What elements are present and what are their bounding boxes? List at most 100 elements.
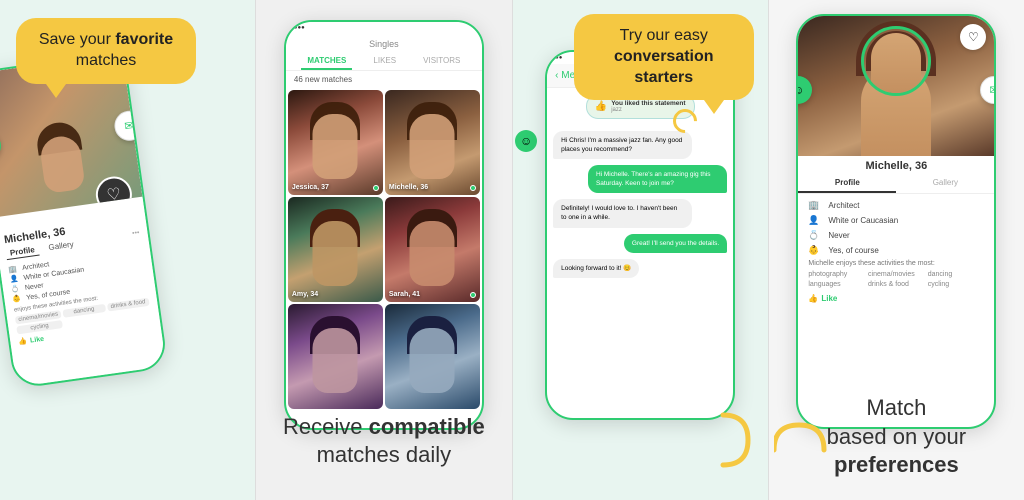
like-label-1: Like: [30, 335, 45, 344]
profile-tabs-4: Profile Gallery: [798, 174, 994, 194]
profile-info-1: Michelle, 36 Profile Gallery ••• 🏢 Archi…: [0, 197, 166, 387]
tab-matches[interactable]: MATCHES: [301, 53, 352, 70]
online-sarah: [470, 292, 476, 298]
tab-gallery-4[interactable]: Gallery: [896, 174, 994, 193]
job-icon-4: 🏢: [808, 200, 822, 211]
tab-likes[interactable]: LIKES: [367, 53, 402, 70]
face-jessica: [313, 114, 358, 179]
matches-count: 46 new matches: [286, 71, 482, 88]
panel-4-preferences: ♡ ☺ ✉ Michelle, 36 Profile Gallery �: [768, 0, 1024, 500]
job-text-4: Architect: [828, 201, 859, 210]
kids-text-4: Yes, of course: [828, 246, 878, 255]
marital-icon-4: 💍: [808, 230, 822, 241]
activities-4: photography cinema/movies dancing langua…: [808, 271, 984, 288]
tab-visitors[interactable]: VISITORS: [417, 53, 466, 70]
marital-text-1: Never: [25, 282, 44, 292]
msg-2: Hi Michelle. There's an amazing gig this…: [588, 165, 727, 193]
matches-tabs: MATCHES LIKES VISITORS: [294, 53, 474, 70]
detail-kids-4: 👶 Yes, of course: [808, 245, 984, 256]
name-michelle: Michelle, 36: [389, 184, 428, 191]
phone-wrap-4: ♡ ☺ ✉ Michelle, 36 Profile Gallery �: [796, 14, 996, 429]
enjoys-title-4: Michelle enjoys these activities the mos…: [808, 260, 984, 267]
act-photo-4: photography: [808, 271, 865, 278]
yellow-decoration-4: [774, 420, 834, 485]
face-sarah: [410, 221, 455, 286]
signal-3: ●●: [555, 55, 562, 62]
bubble-1: Save your favorite matches: [16, 18, 196, 84]
avatar-circle-4: [861, 26, 931, 96]
liked-text: You liked this statement: [611, 100, 685, 107]
thumb-icon-4: 👍: [808, 294, 818, 303]
phone-frame-2: ●●● Singles MATCHES LIKES VISITORS 46 ne…: [284, 20, 484, 430]
panel-2-main-text: Receive compatiblematches daily: [283, 413, 485, 470]
face-michelle: [410, 114, 455, 179]
photo-michelle: [385, 90, 480, 195]
message-icon-right[interactable]: ✉: [112, 108, 142, 142]
matches-grid: Jessica, 37 Michelle, 36: [286, 88, 482, 411]
online-michelle: [470, 185, 476, 191]
match-card-amy[interactable]: Amy, 34: [288, 197, 383, 302]
thumb-icon-liked: 👍: [595, 101, 607, 112]
liked-content: You liked this statement jazz: [611, 100, 685, 113]
detail-architect-4: 🏢 Architect: [808, 200, 984, 211]
detail-ethnicity-4: 👤 White or Caucasian: [808, 215, 984, 226]
status-bar-2: ●●●: [286, 22, 482, 33]
activity-drinks-1: drinks & food: [107, 298, 150, 312]
phone-wrap-2: ●●● Singles MATCHES LIKES VISITORS 46 ne…: [284, 20, 484, 430]
marital-text-4: Never: [828, 231, 849, 240]
detail-marital-4: 💍 Never: [808, 230, 984, 241]
act-cinema-4: cinema/movies: [868, 271, 925, 278]
activity-dancing-1: dancing: [62, 304, 105, 318]
match-card-sarah[interactable]: Sarah, 41: [385, 197, 480, 302]
match-card-jessica[interactable]: Jessica, 37: [288, 90, 383, 195]
msg-5: Looking forward to it! 😊: [553, 259, 639, 278]
marital-icon-1: 💍: [11, 284, 22, 293]
like-label-4: Like: [821, 294, 837, 303]
phone-frame-1: ♡ ☺ ✉ Michelle, 36 Profile Gallery •••: [0, 51, 169, 389]
online-jessica: [373, 185, 379, 191]
thumb-icon-1: 👍: [18, 337, 28, 346]
yellow-decoration-3: [688, 405, 758, 480]
photo-jessica: [288, 90, 383, 195]
tab-gallery-1[interactable]: Gallery: [44, 238, 79, 255]
matches-header: Singles MATCHES LIKES VISITORS: [286, 33, 482, 71]
kids-icon-4: 👶: [808, 245, 822, 256]
speech-bubble-3-wrap: Try our easyconversation starters: [574, 14, 754, 100]
face-amy: [313, 221, 358, 286]
ethnicity-icon-4: 👤: [808, 215, 822, 226]
phone-1: ♡ ☺ ✉ Michelle, 36 Profile Gallery •••: [0, 51, 169, 389]
avatar-face: [871, 33, 921, 93]
face-p6: [410, 328, 455, 393]
smile-button-4[interactable]: ☺: [796, 76, 812, 104]
face-p5: [313, 328, 358, 393]
bubble-3-text: Try our easyconversation starters: [592, 26, 736, 88]
ethnicity-text-4: White or Caucasian: [828, 216, 898, 225]
panel-2-bottom-text: Receive compatiblematches daily: [283, 413, 485, 470]
act-drinks-4: drinks & food: [868, 281, 925, 288]
speech-bubble-3: Try our easyconversation starters: [574, 14, 754, 100]
kids-icon-1: 👶: [12, 294, 23, 303]
bubble-1-text: Save your favorite matches: [34, 30, 178, 72]
signal-2: ●●●: [294, 25, 305, 31]
panel-1-save-favorites: Save your favorite matches ♡ ☺ ✉ Mich: [0, 0, 255, 500]
panel-2-matches: ●●● Singles MATCHES LIKES VISITORS 46 ne…: [255, 0, 511, 500]
tab-profile-1[interactable]: Profile: [5, 244, 39, 260]
match-card-michelle[interactable]: Michelle, 36: [385, 90, 480, 195]
phone-screen-1: ♡ ☺ ✉ Michelle, 36 Profile Gallery •••: [0, 53, 166, 387]
message-button-4[interactable]: ✉: [980, 76, 996, 104]
tab-profile-4[interactable]: Profile: [798, 174, 896, 193]
like-button-4[interactable]: 👍 Like: [808, 294, 984, 303]
match-card-p5[interactable]: [288, 304, 383, 409]
name-amy: Amy, 34: [292, 291, 318, 298]
favorite-button-4[interactable]: ♡: [960, 24, 986, 50]
photo-p5: [288, 304, 383, 409]
msg-3: Definitely! I would love to. I haven't b…: [553, 199, 692, 227]
chat-body-3: 👍 You liked this statement jazz Hi Chris…: [547, 88, 733, 284]
profile-name-4: Michelle, 36: [798, 156, 994, 174]
act-dancing-4: dancing: [928, 271, 985, 278]
smile-icon-left[interactable]: ☺: [0, 128, 3, 162]
photo-amy: [288, 197, 383, 302]
profile-photo-4: ♡ ☺ ✉: [798, 16, 994, 156]
match-card-p6[interactable]: [385, 304, 480, 409]
msg-1: Hi Chris! I'm a massive jazz fan. Any go…: [553, 131, 692, 159]
